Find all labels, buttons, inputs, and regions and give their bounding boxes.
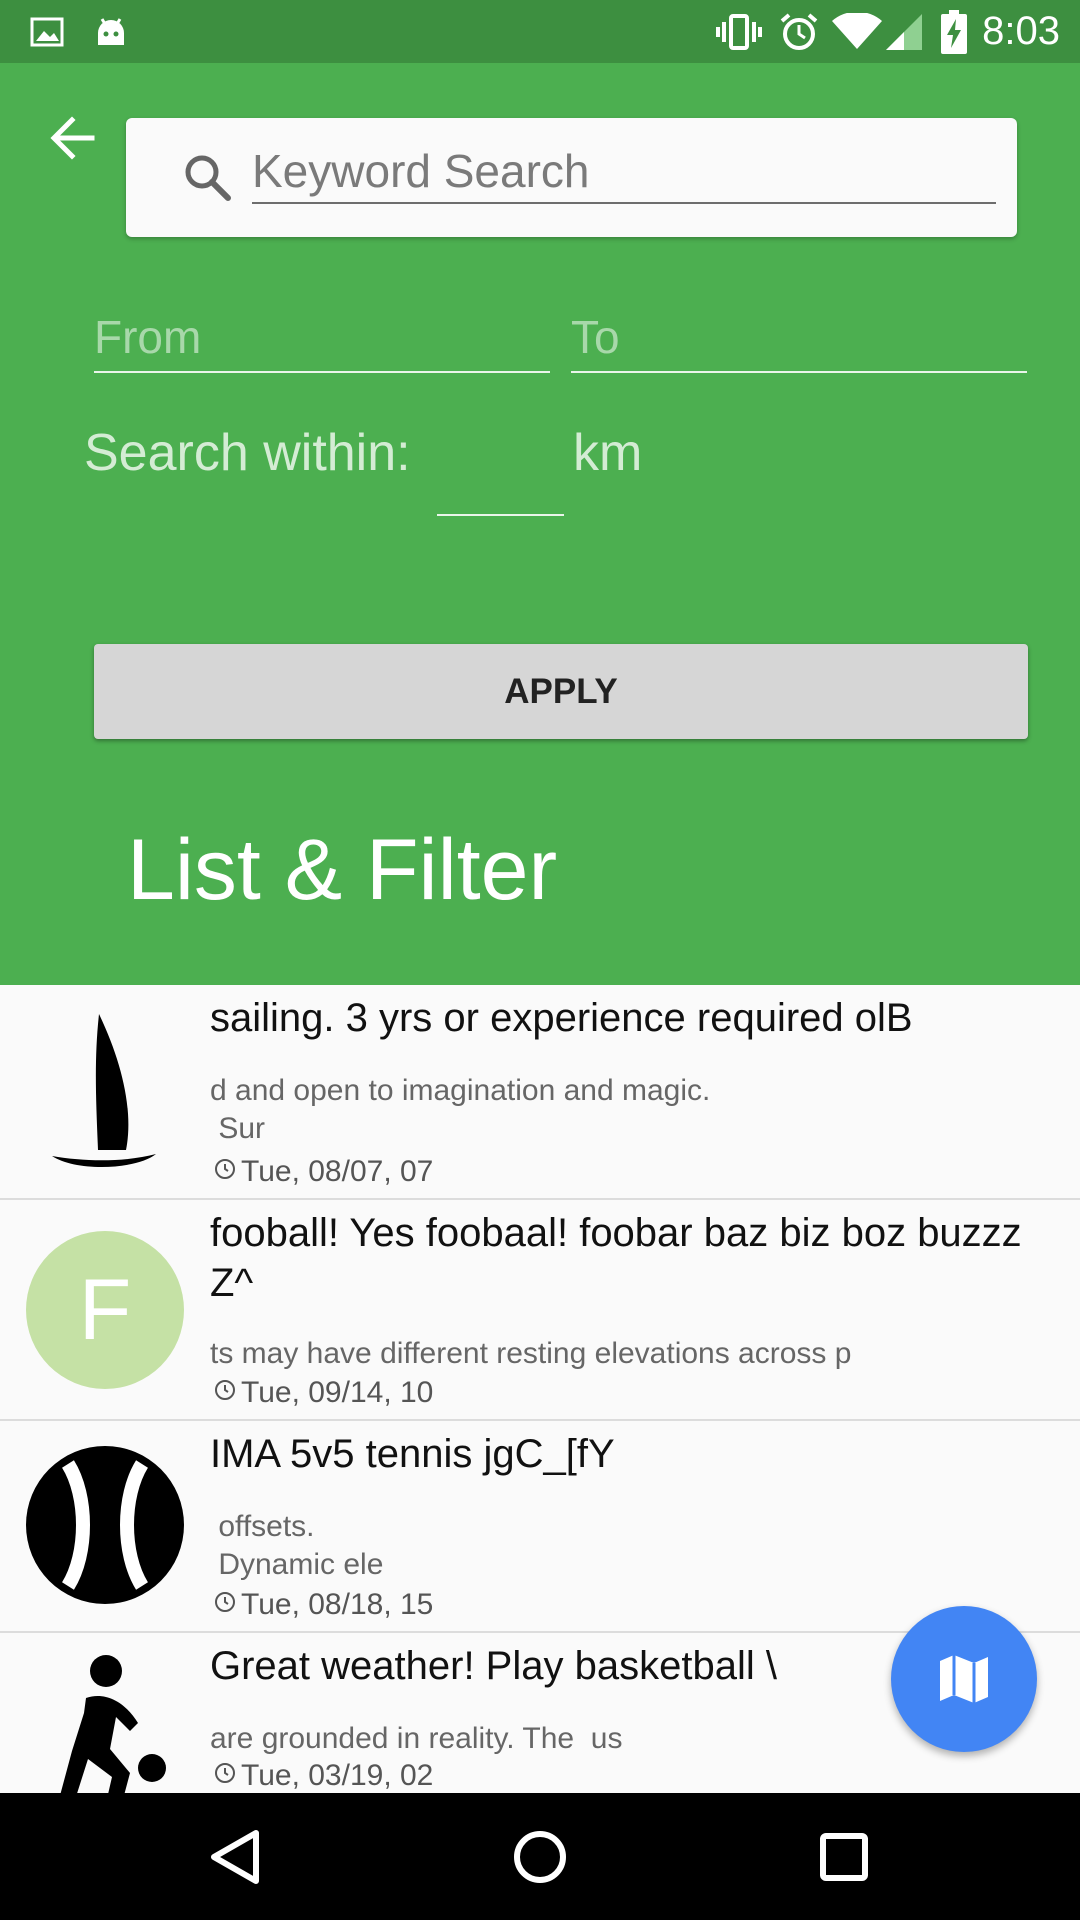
apply-button[interactable]: APPLY [94, 644, 1028, 739]
alarm-icon [778, 0, 820, 63]
battery-charging-icon [940, 0, 968, 63]
item-description: ts may have different resting elevations… [210, 1337, 852, 1370]
item-description: are grounded in reality. The us [210, 1722, 623, 1755]
avatar: F [26, 1231, 184, 1389]
item-title: fooball! Yes foobaal! foobar baz biz boz… [210, 1211, 1022, 1305]
clock-icon [215, 1592, 235, 1612]
list-item[interactable]: IMA 5v5 tennis jgC_[fY offsets. Dynamic … [0, 1421, 1080, 1633]
list-item[interactable]: F fooball! Yes foobaal! foobar baz biz b… [0, 1200, 1080, 1421]
basketball-player-icon [26, 1653, 184, 1793]
image-icon [30, 0, 64, 63]
status-bar: 8:03 [0, 0, 1080, 63]
android-icon [94, 0, 128, 63]
item-date-text: Tue, 09/14, 10 [241, 1376, 434, 1409]
wifi-icon [832, 0, 882, 63]
item-date: Tue, 03/19, 02 [213, 1759, 433, 1793]
back-triangle-icon[interactable] [200, 1821, 272, 1893]
search-within-label: Search within: [84, 424, 411, 482]
item-title: sailing. 3 yrs or experience required ol… [210, 996, 913, 1040]
clock-icon [215, 1380, 235, 1400]
to-field[interactable] [571, 303, 1027, 373]
item-date: Tue, 08/18, 15 [213, 1588, 433, 1622]
item-date: Tue, 08/07, 07 [213, 1155, 433, 1189]
clock-icon [215, 1763, 235, 1783]
map-icon [940, 1655, 988, 1703]
item-date-text: Tue, 08/07, 07 [241, 1155, 434, 1188]
item-description: offsets. Dynamic ele [218, 1510, 384, 1581]
signal-icon [884, 0, 924, 63]
clock-icon [215, 1159, 235, 1179]
search-icon [182, 152, 234, 204]
tennis-ball-icon [26, 1446, 184, 1604]
item-date: Tue, 09/14, 10 [213, 1376, 433, 1410]
search-card [126, 118, 1017, 237]
recents-square-icon[interactable] [808, 1821, 880, 1893]
home-circle-icon[interactable] [504, 1821, 576, 1893]
item-description: d and open to imagination and magic. Sur [210, 1074, 711, 1145]
km-label: km [573, 424, 643, 482]
item-title: IMA 5v5 tennis jgC_[fY [210, 1432, 615, 1476]
keyword-search-input[interactable] [252, 140, 996, 204]
sailboat-icon [26, 1010, 184, 1168]
item-date-text: Tue, 08/18, 15 [241, 1588, 434, 1621]
map-button[interactable] [891, 1606, 1037, 1752]
arrow-back-icon[interactable] [44, 108, 104, 168]
distance-input[interactable] [437, 423, 564, 516]
item-date-text: Tue, 03/19, 02 [241, 1759, 434, 1792]
clock: 8:03 [982, 9, 1060, 53]
filter-header: Search within: km APPLY List & Filter [0, 63, 1080, 985]
system-nav-bar [0, 1793, 1080, 1920]
from-field[interactable] [94, 303, 550, 373]
list-item[interactable]: sailing. 3 yrs or experience required ol… [0, 985, 1080, 1200]
page-title: List & Filter [127, 822, 558, 918]
vibrate-icon [715, 0, 763, 63]
